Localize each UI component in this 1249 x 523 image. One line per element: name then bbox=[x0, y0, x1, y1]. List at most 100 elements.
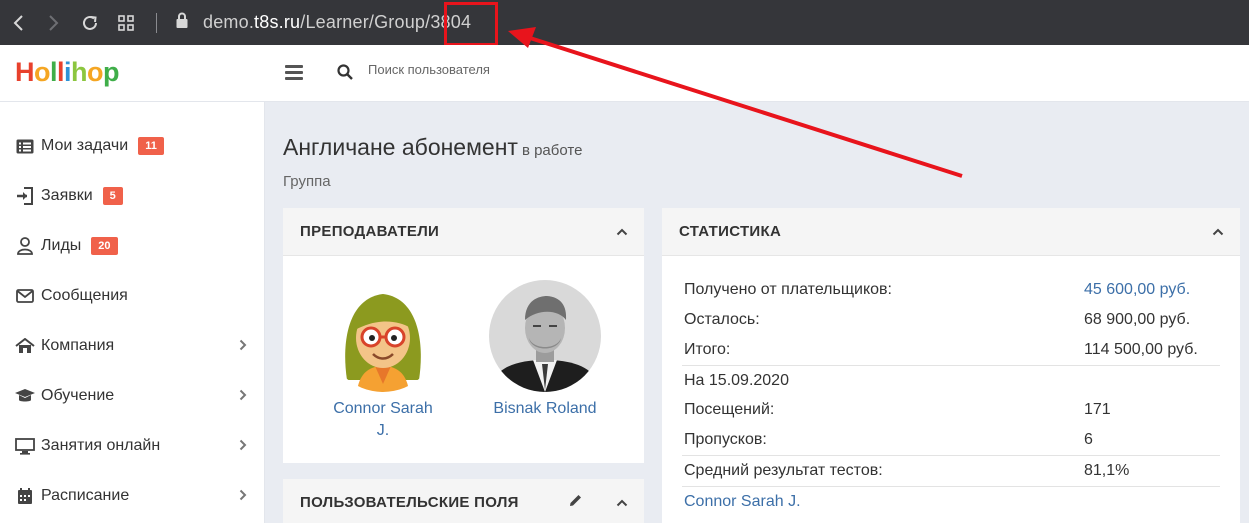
chevron-right-icon bbox=[239, 438, 247, 454]
teacher-card[interactable]: Connor Sarah J. bbox=[327, 280, 439, 442]
sidebar-item-label: Лиды bbox=[41, 237, 82, 254]
teacher-name-link[interactable]: Bisnak Roland bbox=[481, 398, 609, 420]
sidebar-item-label: Заявки bbox=[41, 187, 93, 204]
teacher-name-line: J. bbox=[376, 422, 390, 439]
sidebar-item-label: Компания bbox=[41, 337, 115, 354]
pencil-icon[interactable] bbox=[569, 494, 582, 512]
tasks-count-badge: 11 bbox=[138, 137, 164, 155]
stat-label: Осталось: bbox=[684, 311, 760, 328]
search-icon bbox=[337, 64, 353, 85]
stat-label: Средний результат тестов: bbox=[684, 462, 883, 479]
chevron-right-icon bbox=[239, 338, 247, 354]
stat-label: Пропусков: bbox=[684, 431, 767, 448]
forward-button[interactable] bbox=[36, 0, 72, 45]
sidebar-item-online-lessons[interactable]: Занятия онлайн bbox=[0, 421, 265, 471]
statistics-panel-header[interactable]: СТАТИСТИКА bbox=[662, 208, 1240, 256]
sidebar-item-education[interactable]: Обучение bbox=[0, 371, 265, 421]
stat-row-test-average: Средний результат тестов: 81,1% bbox=[682, 455, 1220, 485]
apps-button[interactable] bbox=[108, 0, 144, 45]
stat-value: 81,1% bbox=[1084, 462, 1130, 479]
lock-icon bbox=[175, 12, 189, 34]
chevron-right-icon bbox=[49, 14, 59, 31]
panel-title: ПОЛЬЗОВАТЕЛЬСКИЕ ПОЛЯ bbox=[300, 494, 519, 511]
teachers-panel: ПРЕПОДАВАТЕЛИ Connor Sarah J. Bisnak Rol… bbox=[283, 208, 644, 463]
stat-row-visits: Посещений: 171 bbox=[682, 395, 1220, 425]
sidebar-item-company[interactable]: Компания bbox=[0, 321, 265, 371]
teacher-name-link[interactable]: Connor Sarah J. bbox=[327, 398, 439, 442]
teacher-card[interactable]: Bisnak Roland bbox=[481, 280, 609, 420]
back-button[interactable] bbox=[0, 0, 36, 45]
sidebar-item-my-tasks[interactable]: Мои задачи 11 bbox=[0, 121, 265, 171]
stat-label: Получено от плательщиков: bbox=[684, 281, 892, 298]
sign-in-icon bbox=[15, 186, 35, 206]
annotation-highlight-box bbox=[444, 2, 498, 46]
home-icon bbox=[15, 336, 35, 356]
stat-value: 6 bbox=[1084, 431, 1093, 448]
stat-row-teacher: Connor Sarah J. bbox=[682, 486, 1220, 516]
chevron-left-icon bbox=[13, 14, 23, 31]
hollihop-logo[interactable]: Hollihop bbox=[15, 57, 120, 88]
leads-count-badge: 20 bbox=[91, 237, 118, 255]
teacher-name-line: Connor Sarah bbox=[333, 400, 433, 417]
photo-avatar bbox=[489, 280, 601, 392]
sidebar-item-requests[interactable]: Заявки 5 bbox=[0, 171, 265, 221]
sidebar: Мои задачи 11 Заявки 5 Лиды 20 Сообщения… bbox=[0, 102, 265, 523]
sidebar-item-label: Обучение bbox=[41, 387, 115, 404]
sidebar-item-label: Расписание bbox=[41, 487, 130, 504]
statistics-panel: СТАТИСТИКА Получено от плательщиков: 45 … bbox=[662, 208, 1240, 523]
teacher-name-line: Bisnak Roland bbox=[493, 400, 597, 417]
group-status: в работе bbox=[521, 142, 583, 159]
teacher-link[interactable]: Connor Sarah J. bbox=[684, 493, 801, 511]
app-header: Hollihop bbox=[0, 45, 1249, 102]
teachers-panel-header[interactable]: ПРЕПОДАВАТЕЛИ bbox=[283, 208, 644, 256]
graduation-cap-icon bbox=[15, 386, 35, 406]
reload-button[interactable] bbox=[72, 0, 108, 45]
browser-toolbar: demo.t8s.ru/Learner/Group/3804 bbox=[0, 0, 1249, 45]
stat-label: Посещений: bbox=[684, 401, 775, 418]
menu-toggle-icon[interactable] bbox=[285, 65, 303, 83]
url-prefix: demo. bbox=[203, 12, 255, 32]
group-name: Англичане абонемент bbox=[283, 134, 518, 160]
url-path: /Learner/Group/ bbox=[300, 12, 431, 32]
stat-value: 68 900,00 руб. bbox=[1084, 311, 1191, 328]
chevron-up-icon[interactable] bbox=[616, 494, 628, 510]
calendar-icon bbox=[15, 486, 35, 506]
user-search-input[interactable] bbox=[368, 62, 668, 77]
stat-row-remaining: Осталось: 68 900,00 руб. bbox=[682, 305, 1220, 335]
user-icon bbox=[15, 236, 35, 256]
chevron-up-icon[interactable] bbox=[1212, 223, 1224, 239]
stat-row-date: На 15.09.2020 bbox=[682, 365, 1220, 395]
grid-icon bbox=[118, 14, 134, 31]
chevron-up-icon[interactable] bbox=[616, 223, 628, 239]
toolbar-divider bbox=[156, 12, 157, 33]
requests-count-badge: 5 bbox=[102, 187, 123, 205]
panel-title: СТАТИСТИКА bbox=[679, 223, 782, 240]
stat-row-absences: Пропусков: 6 bbox=[682, 425, 1220, 455]
custom-fields-panel-header[interactable]: ПОЛЬЗОВАТЕЛЬСКИЕ ПОЛЯ bbox=[283, 479, 644, 523]
address-bar[interactable]: demo.t8s.ru/Learner/Group/3804 bbox=[203, 12, 471, 33]
reload-icon bbox=[83, 15, 97, 30]
panel-title: ПРЕПОДАВАТЕЛИ bbox=[300, 223, 440, 240]
chevron-right-icon bbox=[239, 388, 247, 404]
stat-value-link[interactable]: 45 600,00 руб. bbox=[1084, 281, 1190, 299]
stat-row-received: Получено от плательщиков: 45 600,00 руб. bbox=[682, 275, 1220, 305]
sidebar-item-label: Занятия онлайн bbox=[41, 437, 161, 454]
sidebar-item-leads[interactable]: Лиды 20 bbox=[0, 221, 265, 271]
monitor-icon bbox=[15, 436, 35, 456]
custom-fields-panel: ПОЛЬЗОВАТЕЛЬСКИЕ ПОЛЯ bbox=[283, 479, 644, 523]
cartoon-avatar bbox=[327, 280, 439, 392]
stat-row-total: Итого: 114 500,00 руб. bbox=[682, 335, 1220, 365]
chevron-right-icon bbox=[239, 488, 247, 504]
stat-value: 114 500,00 руб. bbox=[1084, 341, 1198, 358]
envelope-icon bbox=[15, 286, 35, 306]
sidebar-item-schedule[interactable]: Расписание bbox=[0, 471, 265, 521]
sidebar-item-label: Мои задачи bbox=[41, 137, 129, 154]
page-subtitle: Группа bbox=[283, 173, 331, 190]
stat-label: На 15.09.2020 bbox=[684, 372, 789, 389]
sidebar-item-label: Сообщения bbox=[41, 287, 128, 304]
page-title: Англичане абонемент в работе bbox=[283, 134, 582, 161]
stat-label: Итого: bbox=[684, 341, 731, 358]
url-host: t8s.ru bbox=[254, 12, 301, 32]
stat-value: 171 bbox=[1084, 401, 1111, 418]
sidebar-item-messages[interactable]: Сообщения bbox=[0, 271, 265, 321]
